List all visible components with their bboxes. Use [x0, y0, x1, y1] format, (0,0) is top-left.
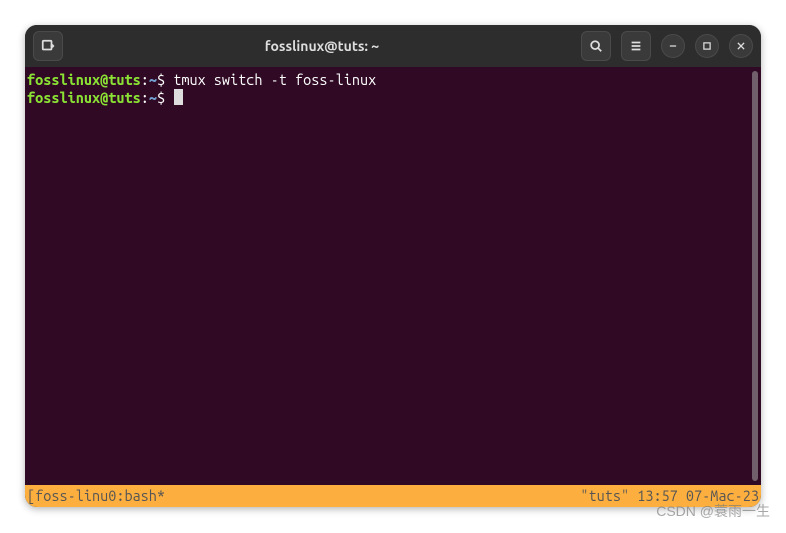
minimize-icon	[668, 41, 678, 51]
search-button[interactable]	[581, 31, 611, 61]
scrollbar[interactable]	[752, 71, 758, 481]
titlebar-right	[581, 31, 753, 61]
search-icon	[589, 39, 603, 53]
minimize-button[interactable]	[661, 34, 685, 58]
close-button[interactable]	[729, 34, 753, 58]
command-text: tmux switch -t foss-linux	[165, 71, 376, 88]
terminal-line: fosslinux@tuts:~$	[27, 89, 759, 107]
prompt-colon: :	[141, 89, 149, 106]
command-text	[165, 89, 173, 106]
maximize-icon	[702, 41, 712, 51]
maximize-button[interactable]	[695, 34, 719, 58]
terminal-line: fosslinux@tuts:~$ tmux switch -t foss-li…	[27, 71, 759, 89]
watermark: CSDN @蓑雨一生	[656, 501, 770, 521]
tmux-statusbar: [foss-linu0:bash* "tuts" 13:57 07-Mac-23	[25, 485, 761, 507]
prompt-symbol: $	[157, 71, 165, 88]
new-tab-button[interactable]	[33, 31, 63, 61]
prompt-host: tuts	[108, 89, 140, 106]
prompt-symbol: $	[157, 89, 165, 106]
command-1: tmux switch -t foss-linux	[173, 71, 376, 88]
prompt-path: ~	[149, 89, 157, 106]
titlebar-left	[33, 31, 63, 61]
prompt-path: ~	[149, 71, 157, 88]
cursor	[174, 89, 183, 105]
prompt-user: fosslinux	[27, 89, 100, 106]
status-left: [foss-linu0:bash*	[27, 485, 165, 507]
terminal-window: fosslinux@tuts: ~	[25, 25, 761, 507]
prompt-colon: :	[141, 71, 149, 88]
close-icon	[736, 41, 746, 51]
window-title: fosslinux@tuts: ~	[69, 38, 575, 54]
prompt-host: tuts	[108, 71, 140, 88]
prompt-at: @	[100, 71, 108, 88]
titlebar: fosslinux@tuts: ~	[25, 25, 761, 67]
terminal-body[interactable]: fosslinux@tuts:~$ tmux switch -t foss-li…	[25, 67, 761, 485]
new-tab-icon	[41, 39, 55, 53]
menu-button[interactable]	[621, 31, 651, 61]
hamburger-icon	[629, 39, 643, 53]
prompt-user: fosslinux	[27, 71, 100, 88]
prompt-at: @	[100, 89, 108, 106]
